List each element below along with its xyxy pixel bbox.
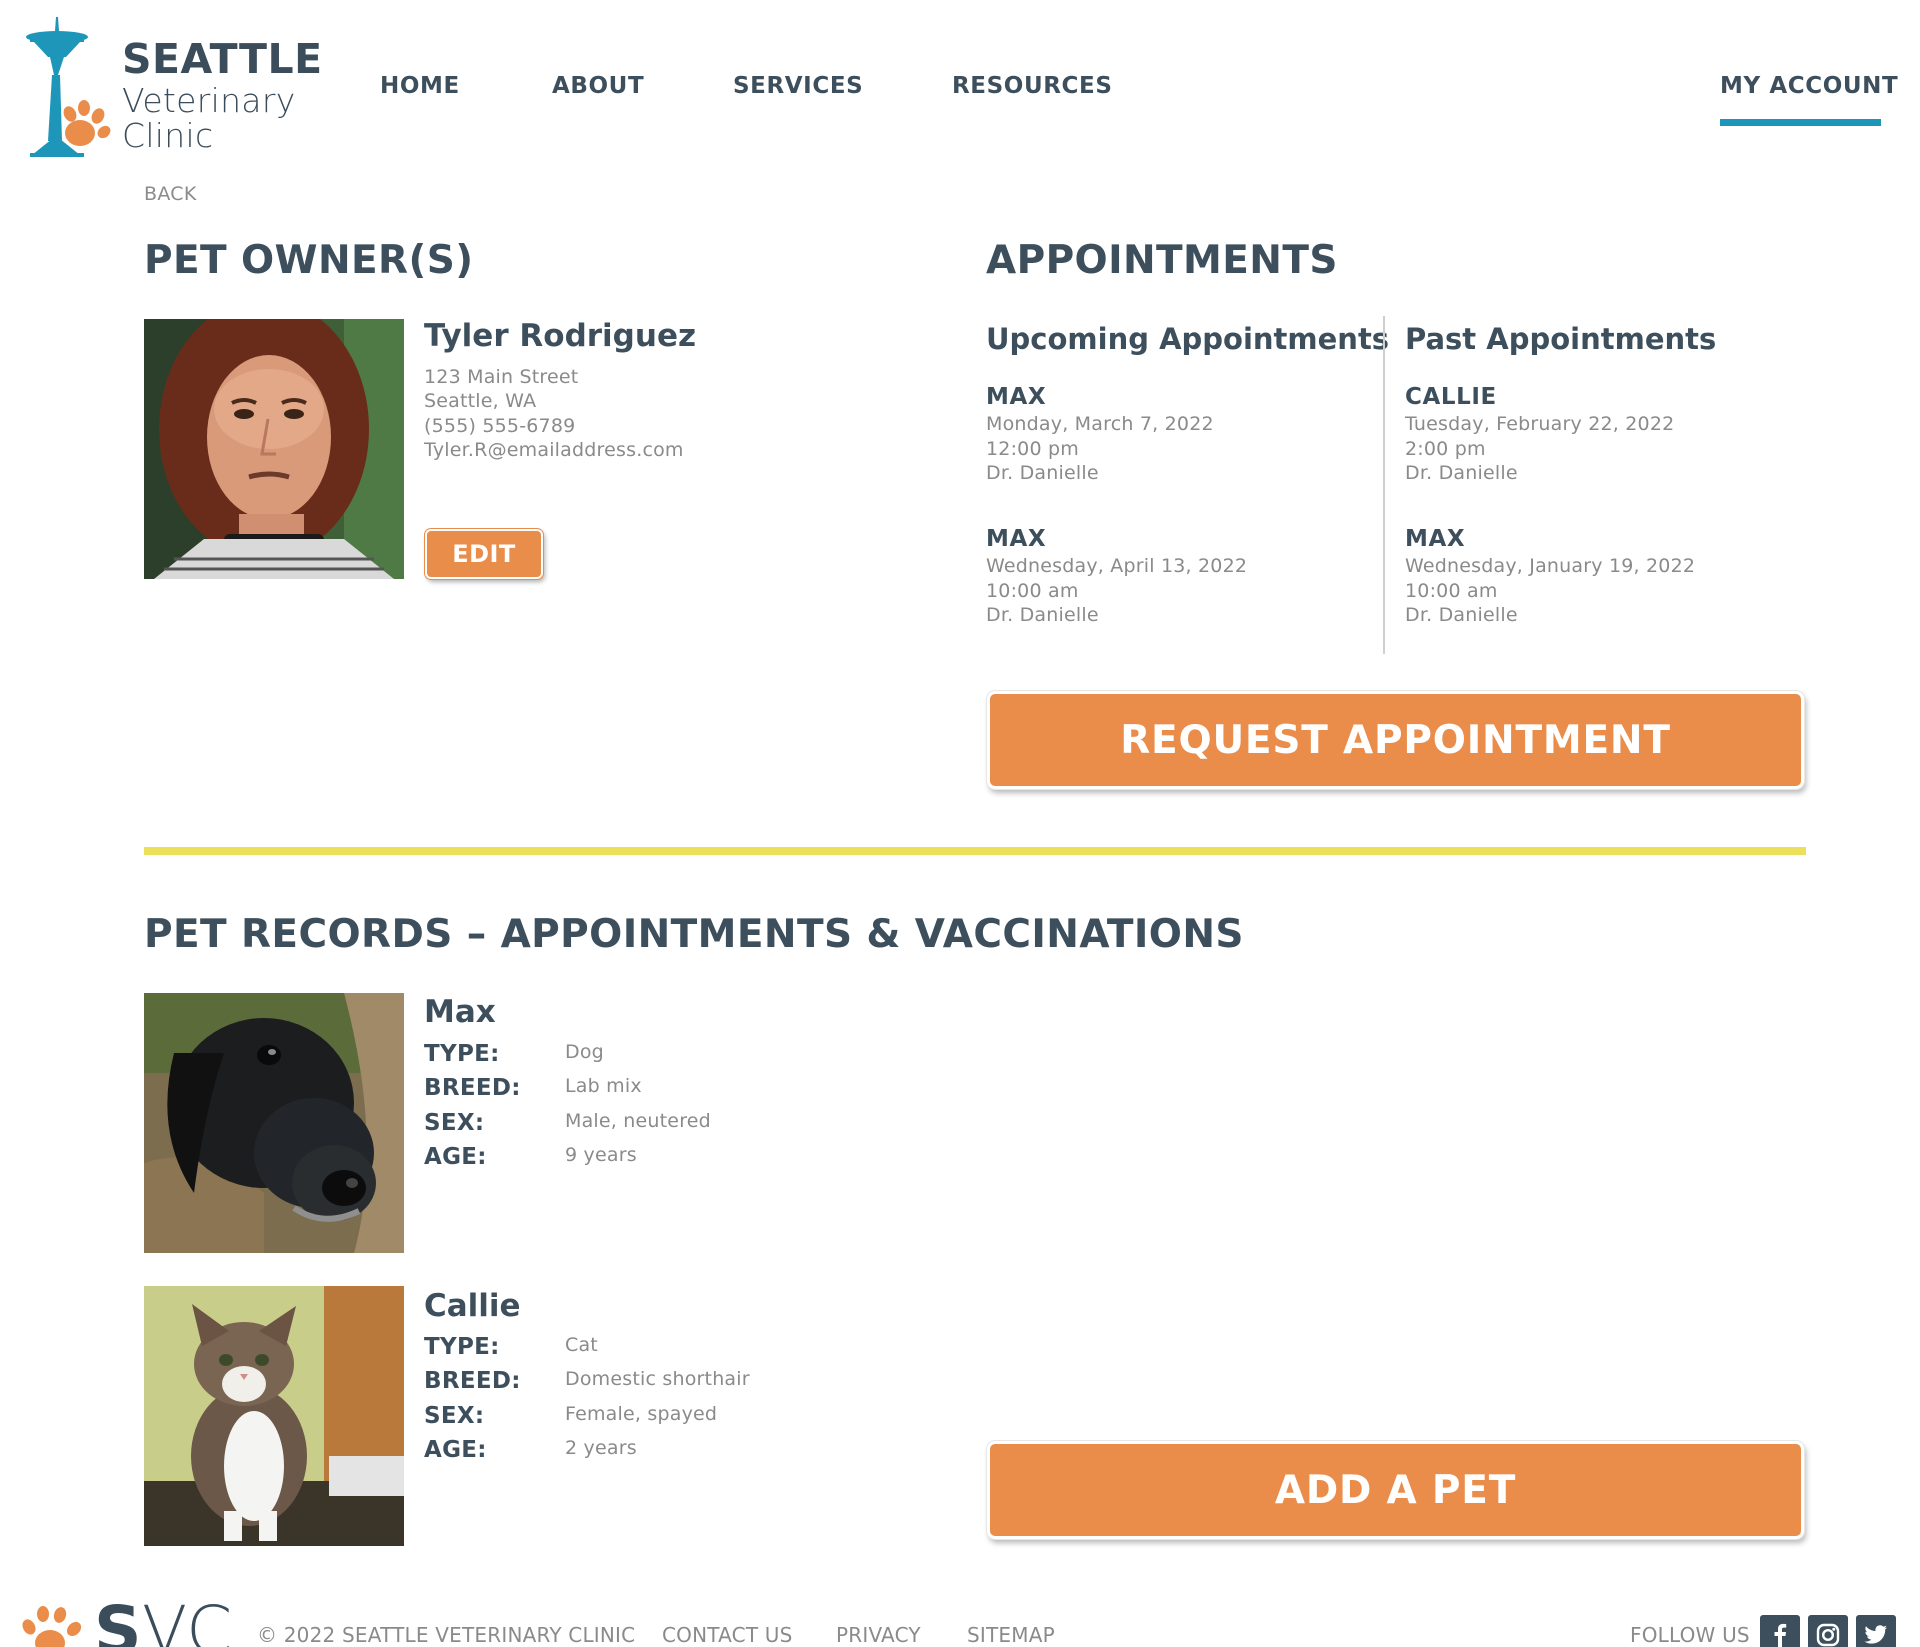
pet-records-heading: PET RECORDS – APPOINTMENTS & VACCINATION… bbox=[144, 912, 1244, 957]
owner-address: 123 Main Street bbox=[424, 366, 579, 388]
pet-field-sex: SEX: Male, neutered bbox=[424, 1110, 824, 1144]
appointment-time: 2:00 pm bbox=[1405, 437, 1486, 460]
nav-about[interactable]: ABOUT bbox=[552, 73, 644, 99]
back-link[interactable]: BACK bbox=[144, 183, 197, 205]
twitter-icon[interactable] bbox=[1856, 1615, 1896, 1647]
facebook-icon[interactable] bbox=[1760, 1615, 1800, 1647]
pet-field-age: AGE: 9 years bbox=[424, 1144, 824, 1178]
add-pet-button[interactable]: ADD A PET bbox=[986, 1440, 1805, 1540]
appointment-time: 10:00 am bbox=[986, 579, 1079, 602]
pet-field-value: Lab mix bbox=[565, 1075, 642, 1097]
appointment-doctor: Dr. Danielle bbox=[986, 604, 1099, 626]
pet-field-value: 9 years bbox=[565, 1144, 637, 1166]
past-appointment-item[interactable]: CALLIE Tuesday, February 22, 2022 2:00 p… bbox=[1405, 382, 1785, 486]
pet-field-label: SEX: bbox=[424, 1403, 485, 1429]
logo-line-seattle: SEATTLE bbox=[122, 35, 323, 83]
pet-field-value: Cat bbox=[565, 1334, 598, 1356]
pet-field-value: Dog bbox=[565, 1041, 604, 1063]
footer-link-contact[interactable]: CONTACT US bbox=[662, 1623, 793, 1647]
pet-field-breed: BREED: Lab mix bbox=[424, 1075, 824, 1109]
pet-owners-heading: PET OWNER(S) bbox=[144, 238, 474, 283]
pet-field-label: BREED: bbox=[424, 1075, 521, 1101]
request-appointment-button[interactable]: REQUEST APPOINTMENT bbox=[986, 690, 1805, 790]
follow-us-label: FOLLOW US bbox=[1630, 1623, 1750, 1647]
nav-home[interactable]: HOME bbox=[380, 73, 460, 99]
pet-field-sex: SEX: Female, spayed bbox=[424, 1403, 824, 1437]
appointment-date: Tuesday, February 22, 2022 bbox=[1405, 413, 1675, 435]
appointment-time: 12:00 pm bbox=[986, 437, 1079, 460]
owner-phone: (555) 555-6789 bbox=[424, 415, 576, 437]
appointments-divider bbox=[1383, 316, 1385, 654]
pet-field-label: AGE: bbox=[424, 1144, 487, 1170]
appointment-doctor: Dr. Danielle bbox=[1405, 462, 1518, 484]
upcoming-appointment-item[interactable]: MAX Wednesday, April 13, 2022 10:00 am D… bbox=[986, 524, 1366, 628]
pet-field-value: 2 years bbox=[565, 1437, 637, 1459]
pet-field-value: Male, neutered bbox=[565, 1110, 711, 1132]
appointment-pet: MAX bbox=[986, 526, 1047, 552]
upcoming-appointments-title: Upcoming Appointments bbox=[986, 322, 1390, 356]
pet-field-type: TYPE: Cat bbox=[424, 1334, 824, 1368]
owner-city: Seattle, WA bbox=[424, 390, 537, 412]
pet-name-callie: Callie bbox=[424, 1288, 521, 1324]
pet-field-breed: BREED: Domestic shorthair bbox=[424, 1368, 824, 1402]
footer-paw-icon bbox=[22, 1606, 82, 1647]
appointment-pet: MAX bbox=[1405, 526, 1466, 552]
pet-field-label: TYPE: bbox=[424, 1334, 500, 1360]
appointment-doctor: Dr. Danielle bbox=[986, 462, 1099, 484]
nav-active-indicator bbox=[1720, 119, 1881, 126]
instagram-icon[interactable] bbox=[1808, 1615, 1848, 1647]
appointment-time: 10:00 am bbox=[1405, 579, 1498, 602]
pet-field-label: BREED: bbox=[424, 1368, 521, 1394]
nav-services[interactable]: SERVICES bbox=[733, 73, 863, 99]
footer-link-sitemap[interactable]: SITEMAP bbox=[967, 1623, 1055, 1647]
owner-photo bbox=[144, 319, 404, 579]
pet-photo-callie bbox=[144, 1286, 404, 1546]
appointment-pet: MAX bbox=[986, 384, 1047, 410]
appointment-date: Wednesday, April 13, 2022 bbox=[986, 555, 1248, 577]
pet-photo-max bbox=[144, 993, 404, 1253]
logo-wordmark: SEATTLE Veterinary Clinic bbox=[122, 35, 323, 153]
appointment-doctor: Dr. Danielle bbox=[1405, 604, 1518, 626]
pet-field-type: TYPE: Dog bbox=[424, 1041, 824, 1075]
pet-field-label: TYPE: bbox=[424, 1041, 500, 1067]
footer-copyright: © 2022 SEATTLE VETERINARY CLINIC bbox=[257, 1623, 636, 1647]
pet-field-label: SEX: bbox=[424, 1110, 485, 1136]
past-appointments-title: Past Appointments bbox=[1405, 322, 1717, 356]
footer-link-privacy[interactable]: PRIVACY bbox=[836, 1623, 921, 1647]
footer-logo-s: S bbox=[94, 1592, 142, 1647]
owner-email: Tyler.R@emailaddress.com bbox=[424, 439, 684, 461]
appointment-date: Monday, March 7, 2022 bbox=[986, 413, 1214, 435]
space-needle-paw-icon bbox=[26, 17, 111, 157]
appointments-heading: APPOINTMENTS bbox=[986, 238, 1338, 283]
appointment-pet: CALLIE bbox=[1405, 384, 1497, 410]
site-logo[interactable]: SEATTLE Veterinary Clinic bbox=[22, 15, 322, 165]
pet-field-value: Domestic shorthair bbox=[565, 1368, 750, 1390]
footer-logo-vc: VC bbox=[142, 1592, 232, 1647]
pet-field-value: Female, spayed bbox=[565, 1403, 718, 1425]
logo-line-clinic: Clinic bbox=[122, 116, 214, 155]
section-divider bbox=[144, 847, 1806, 855]
upcoming-appointment-item[interactable]: MAX Monday, March 7, 2022 12:00 pm Dr. D… bbox=[986, 382, 1366, 486]
nav-resources[interactable]: RESOURCES bbox=[952, 73, 1112, 99]
nav-my-account[interactable]: MY ACCOUNT bbox=[1720, 73, 1898, 99]
edit-owner-button[interactable]: EDIT bbox=[424, 528, 544, 580]
logo-line-veterinary: Veterinary bbox=[122, 81, 296, 120]
appointment-date: Wednesday, January 19, 2022 bbox=[1405, 555, 1696, 577]
owner-name: Tyler Rodriguez bbox=[424, 318, 697, 354]
past-appointment-item[interactable]: MAX Wednesday, January 19, 2022 10:00 am… bbox=[1405, 524, 1785, 628]
pet-field-label: AGE: bbox=[424, 1437, 487, 1463]
pet-name-max: Max bbox=[424, 994, 496, 1030]
pet-field-age: AGE: 2 years bbox=[424, 1437, 824, 1471]
